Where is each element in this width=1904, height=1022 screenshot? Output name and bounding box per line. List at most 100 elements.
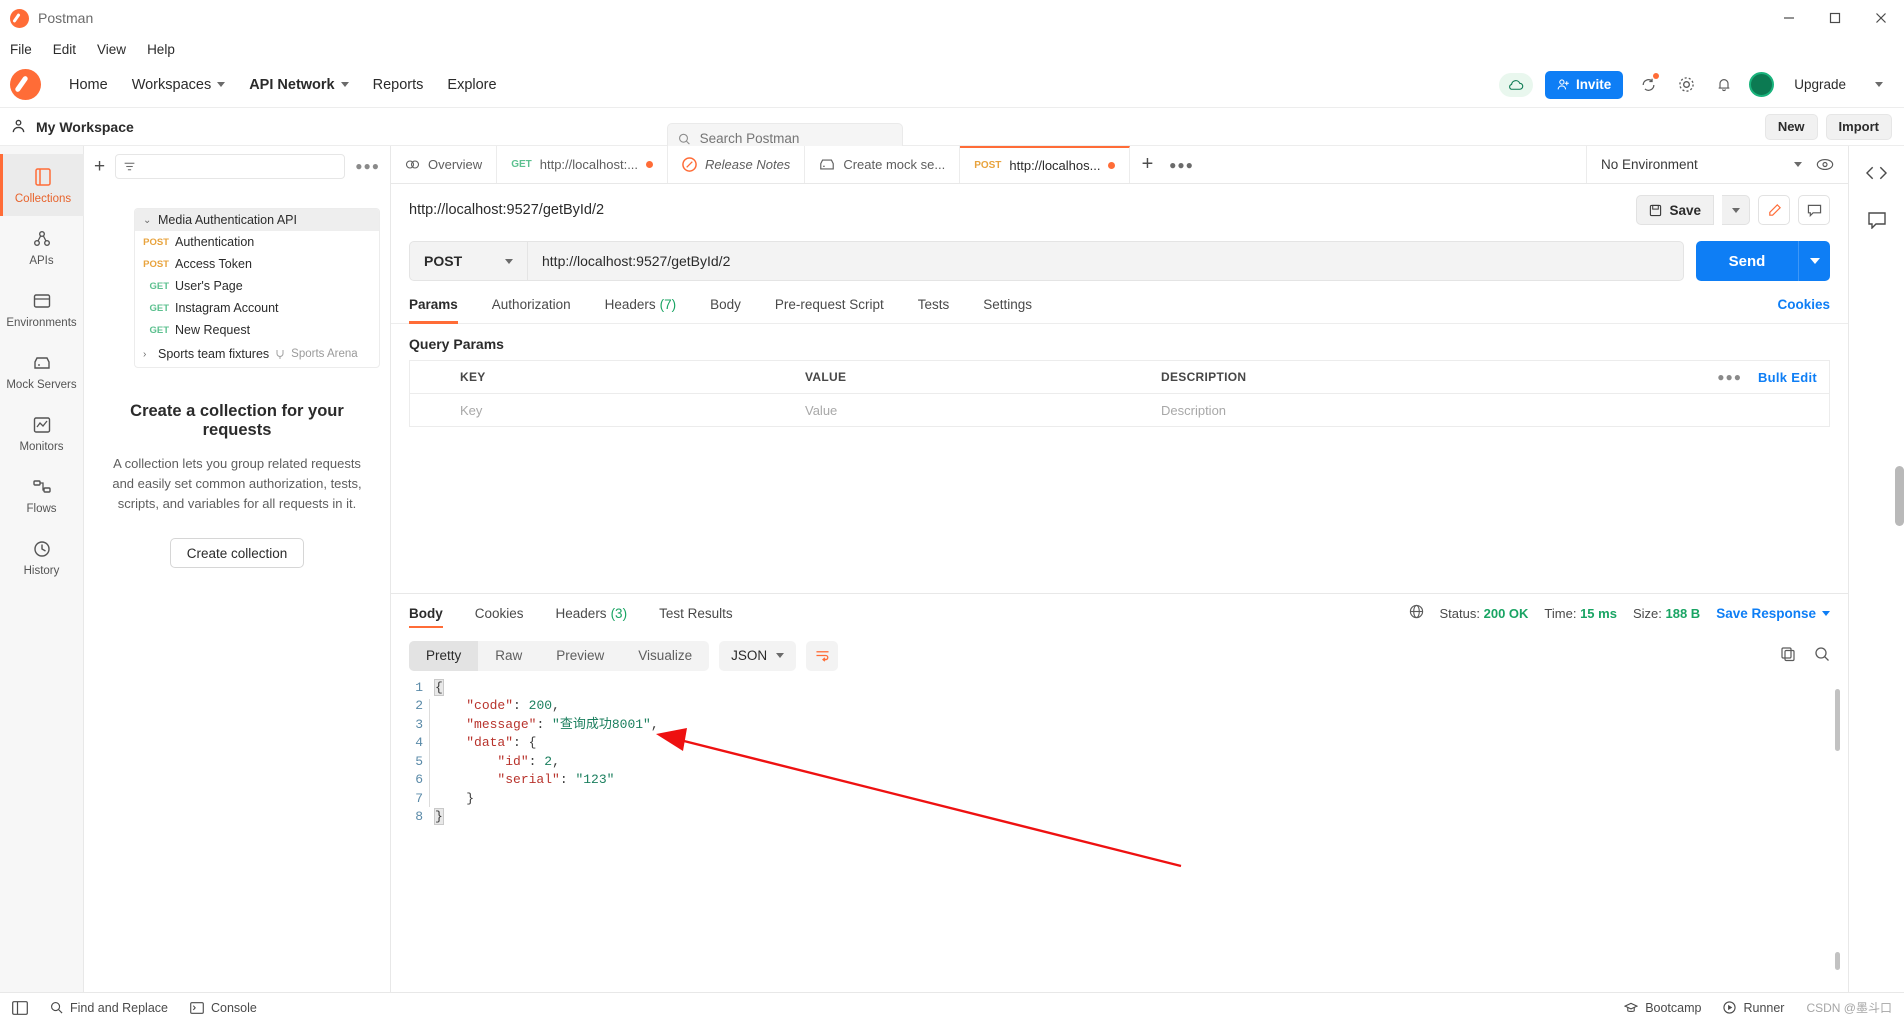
- request-tab-pre-request-script[interactable]: Pre-request Script: [758, 286, 901, 324]
- tab-create-mock-server[interactable]: Create mock se...: [805, 146, 961, 183]
- menu-help[interactable]: Help: [147, 42, 175, 57]
- copy-icon[interactable]: [1780, 646, 1796, 665]
- nav-explore[interactable]: Explore: [435, 71, 508, 99]
- tree-folder-media-auth[interactable]: ⌄ Media Authentication API: [135, 209, 379, 231]
- sidebar-item-flows[interactable]: Flows: [0, 464, 84, 526]
- environment-selector[interactable]: No Environment: [1586, 146, 1816, 183]
- tree-item-users-page[interactable]: GET User's Page: [135, 275, 379, 297]
- more-chevron-icon[interactable]: [1866, 72, 1892, 98]
- workspace-bar: My Workspace New Import: [0, 108, 1904, 146]
- nav-workspaces[interactable]: Workspaces: [120, 71, 238, 99]
- environment-quick-look-icon[interactable]: [1816, 146, 1848, 183]
- nav-home[interactable]: Home: [57, 71, 120, 99]
- request-tab-tests[interactable]: Tests: [901, 286, 967, 324]
- request-tab-settings[interactable]: Settings: [966, 286, 1049, 324]
- import-button[interactable]: Import: [1825, 113, 1892, 140]
- sidebar-item-monitors[interactable]: Monitors: [0, 402, 84, 464]
- user-avatar[interactable]: [1749, 72, 1775, 97]
- table-more-icon[interactable]: ●●●: [1717, 370, 1742, 384]
- send-button[interactable]: Send: [1696, 241, 1798, 281]
- tree-item-authentication[interactable]: POST Authentication: [135, 231, 379, 253]
- tab-get-localhost[interactable]: GET http://localhost:...: [497, 146, 669, 183]
- comment-icon[interactable]: [1798, 195, 1830, 225]
- create-collection-button[interactable]: Create collection: [169, 538, 305, 569]
- postman-brand-icon[interactable]: [10, 69, 41, 100]
- page-scrollbar-thumb[interactable]: [1895, 466, 1904, 526]
- method-selector[interactable]: POST: [409, 241, 527, 281]
- response-tab-test-results[interactable]: Test Results: [643, 593, 749, 633]
- tree-item-instagram-account[interactable]: GET Instagram Account: [135, 297, 379, 319]
- tree-item-access-token[interactable]: POST Access Token: [135, 253, 379, 275]
- notifications-bell-icon[interactable]: [1711, 72, 1737, 98]
- runner-button[interactable]: Runner: [1723, 1001, 1784, 1015]
- sidebar-filter[interactable]: [115, 153, 346, 179]
- menu-edit[interactable]: Edit: [53, 42, 76, 57]
- invite-button[interactable]: Invite: [1544, 70, 1624, 99]
- find-and-replace-button[interactable]: Find and Replace: [50, 1001, 168, 1015]
- response-tab-cookies[interactable]: Cookies: [459, 593, 540, 633]
- code-scrollbar-thumb-lower[interactable]: [1835, 952, 1840, 970]
- tab-post-localhost[interactable]: POST http://localhos...: [960, 146, 1131, 183]
- view-mode-raw[interactable]: Raw: [478, 641, 539, 671]
- view-mode-visualize[interactable]: Visualize: [621, 641, 709, 671]
- view-mode-preview[interactable]: Preview: [539, 641, 621, 671]
- sidebar-toggle-icon[interactable]: [12, 1000, 28, 1015]
- response-format-selector[interactable]: JSON: [719, 640, 797, 671]
- response-tab-body[interactable]: Body: [409, 593, 459, 633]
- tab-release-notes[interactable]: Release Notes: [668, 146, 806, 183]
- workspace-name[interactable]: My Workspace: [10, 118, 134, 135]
- tree-item-new-request[interactable]: GET New Request: [135, 319, 379, 341]
- request-tab-body[interactable]: Body: [693, 286, 758, 324]
- edit-request-icon[interactable]: [1758, 195, 1790, 225]
- add-collection-icon[interactable]: +: [94, 157, 105, 176]
- bootcamp-button[interactable]: Bootcamp: [1624, 1001, 1701, 1015]
- nav-reports[interactable]: Reports: [361, 71, 436, 99]
- console-button[interactable]: Console: [190, 1001, 257, 1015]
- code-snippet-icon[interactable]: [1865, 164, 1888, 185]
- response-tab-headers[interactable]: Headers (3): [540, 593, 644, 633]
- close-icon[interactable]: [1858, 0, 1904, 36]
- new-button[interactable]: New: [1764, 113, 1818, 140]
- table-row[interactable]: Key Value Description: [410, 394, 1829, 427]
- tree-folder-sports-fixtures[interactable]: › Sports team fixtures Sports Arena: [135, 341, 379, 367]
- new-tab-button[interactable]: +: [1130, 146, 1164, 183]
- key-input[interactable]: Key: [448, 403, 793, 418]
- description-input[interactable]: Description: [1149, 403, 1829, 418]
- sidebar-item-apis[interactable]: APIs: [0, 216, 84, 278]
- tab-overview[interactable]: Overview: [391, 146, 498, 183]
- menu-view[interactable]: View: [97, 42, 126, 57]
- view-mode-pretty[interactable]: Pretty: [409, 640, 479, 671]
- sidebar-item-mock-servers[interactable]: Mock Servers: [0, 340, 84, 402]
- menu-file[interactable]: File: [10, 42, 32, 57]
- wrap-lines-icon[interactable]: [806, 640, 839, 671]
- response-body-code[interactable]: 1 2 3 4 5 6 7 8 { "code": 200, "message"…: [391, 678, 1848, 993]
- settings-gear-icon[interactable]: [1673, 72, 1699, 98]
- sync-status-badge[interactable]: [1498, 72, 1533, 97]
- sidebar-item-environments[interactable]: Environments: [0, 278, 84, 340]
- help-comment-icon[interactable]: [1867, 211, 1887, 232]
- url-input[interactable]: http://localhost:9527/getById/2: [527, 241, 1684, 281]
- sidebar-item-history[interactable]: History: [0, 526, 84, 588]
- nav-api-network[interactable]: API Network: [237, 71, 360, 99]
- request-tab-headers[interactable]: Headers (7): [588, 286, 694, 324]
- maximize-icon[interactable]: [1812, 0, 1858, 36]
- code-scrollbar-thumb[interactable]: [1835, 688, 1840, 751]
- minimize-icon[interactable]: [1766, 0, 1812, 36]
- bulk-edit-link[interactable]: Bulk Edit: [1758, 370, 1817, 385]
- value-input[interactable]: Value: [793, 403, 1149, 418]
- save-button[interactable]: Save: [1636, 195, 1714, 225]
- request-tab-authorization[interactable]: Authorization: [475, 286, 588, 324]
- sync-icon[interactable]: [1635, 72, 1661, 98]
- tab-options-icon[interactable]: ●●●: [1164, 146, 1198, 183]
- save-options-icon[interactable]: [1722, 195, 1750, 225]
- sidebar-more-icon[interactable]: ●●●: [355, 159, 380, 173]
- request-tab-params[interactable]: Params: [409, 286, 475, 324]
- sidebar-item-collections[interactable]: Collections: [0, 154, 84, 216]
- cookies-link[interactable]: Cookies: [1777, 297, 1830, 312]
- search-response-icon[interactable]: [1814, 646, 1830, 665]
- send-options-icon[interactable]: [1798, 241, 1830, 281]
- save-response-button[interactable]: Save Response: [1716, 606, 1830, 621]
- method-badge: GET: [149, 302, 169, 314]
- upgrade-button[interactable]: Upgrade: [1786, 73, 1854, 96]
- search-input[interactable]: [699, 131, 892, 146]
